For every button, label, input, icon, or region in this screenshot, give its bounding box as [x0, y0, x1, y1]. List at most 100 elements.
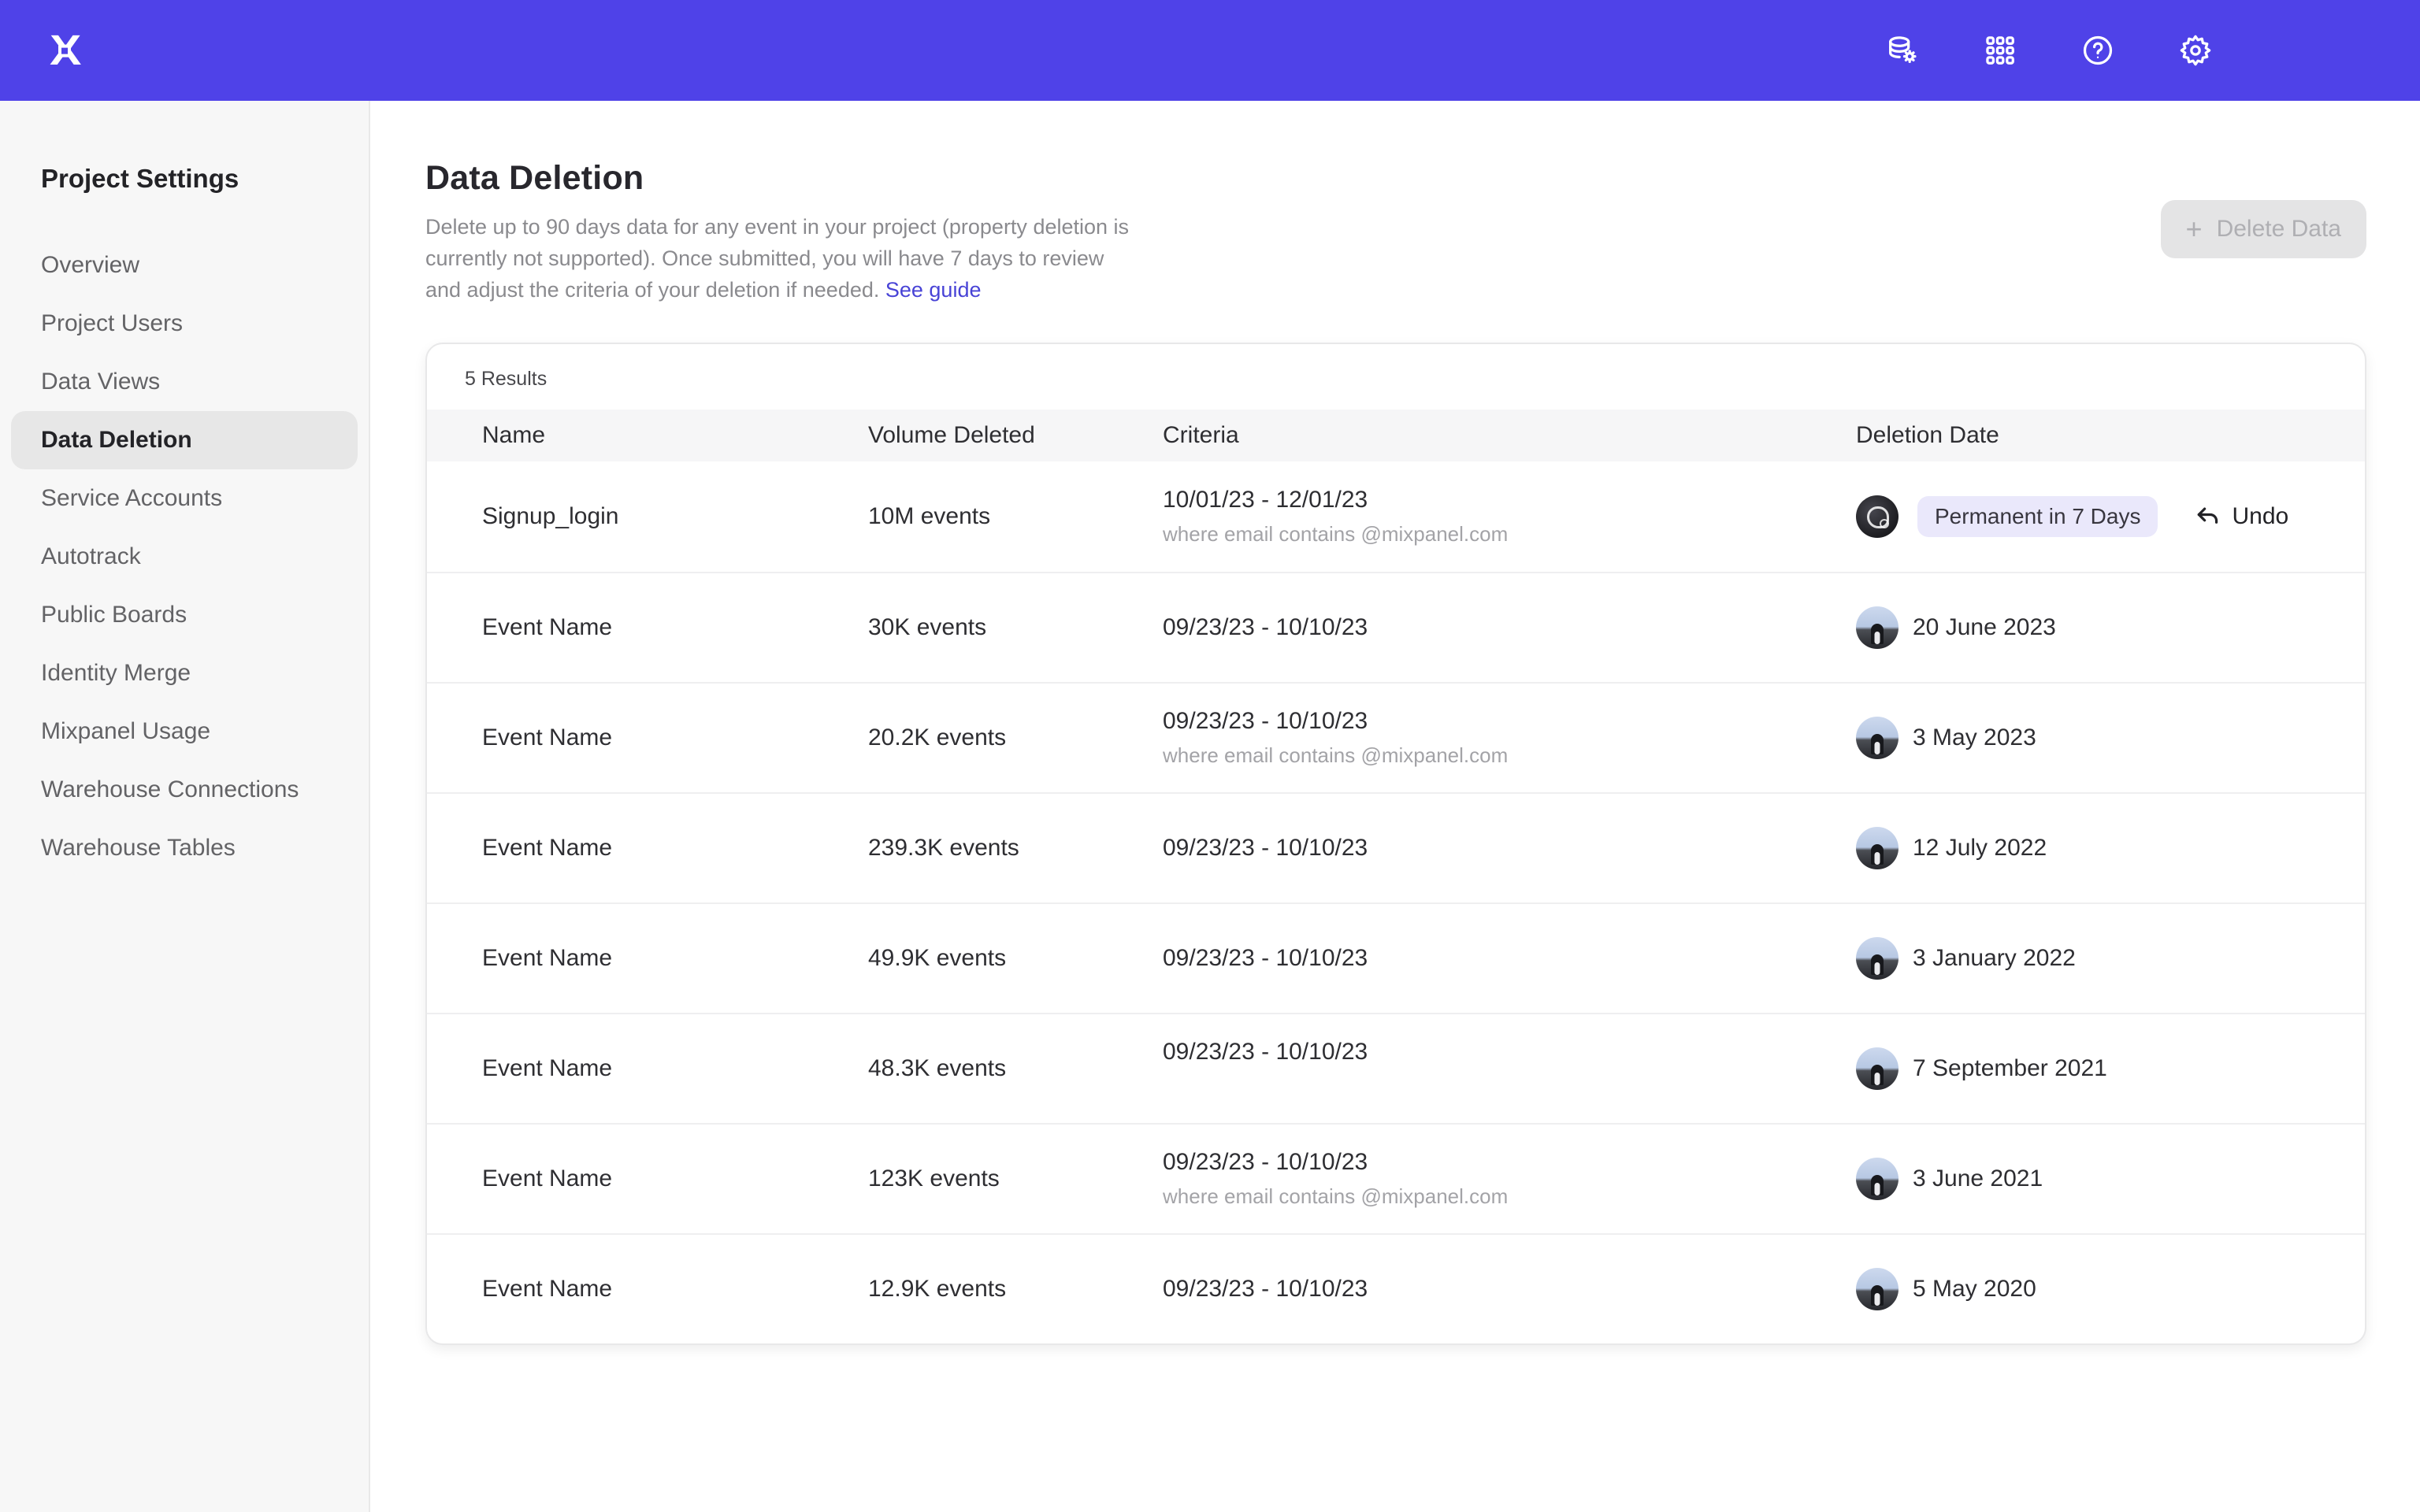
volume-deleted-cell: 12.9K events [868, 1276, 1163, 1303]
deletion-date-cell: 12 July 2022 [1856, 827, 2365, 869]
criteria-date-range: 09/23/23 - 10/10/23 [1163, 1147, 1856, 1178]
deletion-date-cell: 3 May 2023 [1856, 717, 2365, 759]
table-row: Event Name 30K events 09/23/23 - 10/10/2… [427, 572, 2365, 682]
event-name-cell: Event Name [427, 1276, 868, 1303]
criteria-date-range: 09/23/23 - 10/10/23 [1163, 1036, 1856, 1068]
sidebar-heading: Project Settings [0, 101, 369, 194]
deletion-date-text: 3 May 2023 [1913, 724, 2036, 751]
sidebar-item-public-boards[interactable]: Public Boards [11, 586, 358, 644]
criteria-where-clause [1163, 1071, 1856, 1101]
criteria-cell: 10/01/23 - 12/01/23 where email contains… [1163, 484, 1856, 549]
volume-deleted-cell: 20.2K events [868, 724, 1163, 751]
criteria-cell: 09/23/23 - 10/10/23 [1163, 943, 1856, 974]
deletion-date-cell: 7 September 2021 [1856, 1047, 2365, 1090]
column-header-deletion-date: Deletion Date [1856, 422, 2365, 449]
criteria-date-range: 09/23/23 - 10/10/23 [1163, 943, 1856, 974]
deletion-date-cell: Permanent in 7 Days Undo [1856, 495, 2365, 538]
event-name-cell: Event Name [427, 1055, 868, 1082]
criteria-date-range: 09/23/23 - 10/10/23 [1163, 832, 1856, 864]
criteria-cell: 09/23/23 - 10/10/23 where email contains… [1163, 706, 1856, 770]
undo-button[interactable]: Undo [2194, 503, 2288, 530]
plus-icon: + [2186, 215, 2203, 243]
deletion-requests-card: 5 Results Name Volume Deleted Criteria D… [425, 343, 2366, 1345]
sidebar-item-warehouse-connections[interactable]: Warehouse Connections [11, 761, 358, 819]
deletion-date-text: 5 May 2020 [1913, 1276, 2036, 1303]
sidebar-item-data-views[interactable]: Data Views [11, 353, 358, 411]
sidebar-item-overview[interactable]: Overview [11, 236, 358, 295]
event-name-cell: Event Name [427, 835, 868, 862]
sidebar-item-data-deletion[interactable]: Data Deletion [11, 411, 358, 469]
sidebar-item-autotrack[interactable]: Autotrack [11, 528, 358, 586]
see-guide-link[interactable]: See guide [885, 278, 982, 302]
sidebar-item-project-users[interactable]: Project Users [11, 295, 358, 353]
deletion-date-cell: 20 June 2023 [1856, 606, 2365, 649]
volume-deleted-cell: 239.3K events [868, 835, 1163, 862]
table-body: Signup_login 10M events 10/01/23 - 12/01… [427, 461, 2365, 1343]
avatar [1856, 717, 1899, 759]
table-row: Event Name 123K events 09/23/23 - 10/10/… [427, 1123, 2365, 1233]
avatar [1856, 937, 1899, 980]
volume-deleted-cell: 10M events [868, 503, 1163, 530]
deletion-date-text: 20 June 2023 [1913, 614, 2056, 641]
avatar [1856, 1268, 1899, 1310]
event-name-cell: Signup_login [427, 503, 868, 530]
table-row: Event Name 49.9K events 09/23/23 - 10/10… [427, 902, 2365, 1013]
criteria-cell: 09/23/23 - 10/10/23 [1163, 1273, 1856, 1305]
criteria-where-clause: where email contains @mixpanel.com [1163, 519, 1856, 549]
criteria-cell: 09/23/23 - 10/10/23 [1163, 832, 1856, 864]
deletion-date-text: 3 January 2022 [1913, 945, 2076, 972]
event-name-cell: Event Name [427, 614, 868, 641]
criteria-cell: 09/23/23 - 10/10/23 [1163, 1036, 1856, 1101]
criteria-date-range: 09/23/23 - 10/10/23 [1163, 612, 1856, 643]
sidebar-item-warehouse-tables[interactable]: Warehouse Tables [11, 819, 358, 877]
table-row: Signup_login 10M events 10/01/23 - 12/01… [427, 461, 2365, 572]
avatar [1856, 495, 1899, 538]
criteria-date-range: 09/23/23 - 10/10/23 [1163, 706, 1856, 737]
deletion-date-cell: 5 May 2020 [1856, 1268, 2365, 1310]
criteria-where-clause: where email contains @mixpanel.com [1163, 740, 1856, 770]
avatar [1856, 1158, 1899, 1200]
mixpanel-logo[interactable]: X [38, 24, 91, 77]
deletion-date-cell: 3 January 2022 [1856, 937, 2365, 980]
deletion-date-text: 3 June 2021 [1913, 1166, 2043, 1192]
column-header-volume: Volume Deleted [868, 422, 1163, 449]
criteria-cell: 09/23/23 - 10/10/23 [1163, 612, 1856, 643]
column-header-criteria: Criteria [1163, 422, 1856, 449]
delete-data-button[interactable]: + Delete Data [2161, 200, 2366, 258]
column-header-name: Name [427, 422, 868, 449]
results-count: 5 Results [427, 344, 2365, 410]
table-row: Event Name 20.2K events 09/23/23 - 10/10… [427, 682, 2365, 792]
topbar-icon-group [1884, 0, 2214, 101]
sidebar-item-identity-merge[interactable]: Identity Merge [11, 644, 358, 702]
criteria-where-clause: where email contains @mixpanel.com [1163, 1181, 1856, 1211]
criteria-date-range: 10/01/23 - 12/01/23 [1163, 484, 1856, 516]
table-row: Event Name 48.3K events 09/23/23 - 10/10… [427, 1013, 2365, 1123]
volume-deleted-cell: 48.3K events [868, 1055, 1163, 1082]
page-title: Data Deletion [425, 159, 2366, 198]
avatar [1856, 1047, 1899, 1090]
event-name-cell: Event Name [427, 724, 868, 751]
avatar [1856, 827, 1899, 869]
event-name-cell: Event Name [427, 945, 868, 972]
deletion-date-text: 12 July 2022 [1913, 835, 2047, 862]
top-bar: X [0, 0, 2420, 101]
undo-label: Undo [2232, 503, 2288, 530]
apps-grid-icon[interactable] [1982, 32, 2018, 69]
data-management-icon[interactable] [1884, 32, 1921, 69]
sidebar-item-mixpanel-usage[interactable]: Mixpanel Usage [11, 702, 358, 761]
page-header: Data Deletion Delete up to 90 days data … [370, 101, 2420, 306]
table-row: Event Name 12.9K events 09/23/23 - 10/10… [427, 1233, 2365, 1343]
volume-deleted-cell: 123K events [868, 1166, 1163, 1192]
project-settings-sidebar: Project Settings OverviewProject UsersDa… [0, 101, 370, 1512]
criteria-date-range: 09/23/23 - 10/10/23 [1163, 1273, 1856, 1305]
avatar [1856, 606, 1899, 649]
volume-deleted-cell: 49.9K events [868, 945, 1163, 972]
deletion-date-cell: 3 June 2021 [1856, 1158, 2365, 1200]
table-column-headers: Name Volume Deleted Criteria Deletion Da… [427, 410, 2365, 461]
undo-icon [2194, 503, 2221, 530]
sidebar-nav: OverviewProject UsersData ViewsData Dele… [0, 236, 369, 877]
help-icon[interactable] [2080, 32, 2116, 69]
sidebar-item-service-accounts[interactable]: Service Accounts [11, 469, 358, 528]
settings-gear-icon[interactable] [2177, 32, 2214, 69]
table-row: Event Name 239.3K events 09/23/23 - 10/1… [427, 792, 2365, 902]
